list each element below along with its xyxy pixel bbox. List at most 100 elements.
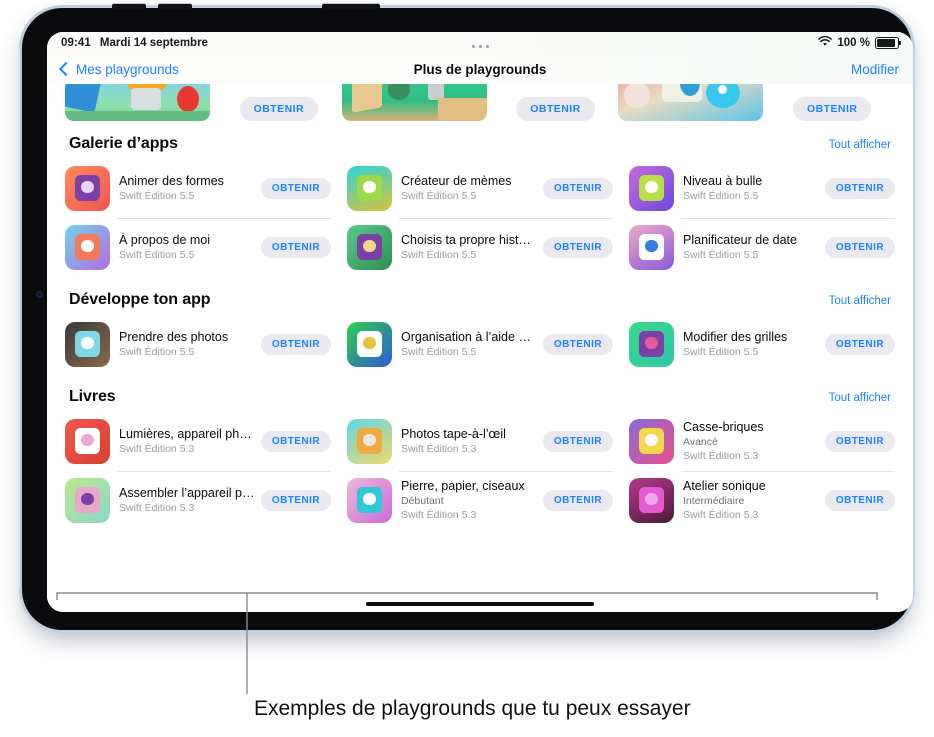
app-name: Atelier sonique [683, 479, 766, 494]
section-column: Animer des formes Swift Édition 5.5 OBTENI… [65, 159, 331, 277]
section-column: Photos tape-à-l’œil Swift Édition 5.3 OBTE… [347, 412, 613, 530]
volume-down-button[interactable] [158, 4, 192, 9]
featured-carousel[interactable]: OBTENIR OBTENIR OBTENIR [47, 84, 913, 121]
get-button[interactable]: OBTENIR [542, 334, 613, 355]
app-icon [347, 419, 392, 464]
section-grid: Animer des formes Swift Édition 5.5 OBTENI… [65, 159, 895, 277]
app-row[interactable]: À propos de moi Swift Édition 5.5 OBTENIR [65, 218, 331, 277]
app-meta: Niveau à bulle Swift Édition 5.5 [683, 173, 819, 204]
status-right-cluster: 100 % [818, 35, 902, 50]
chevron-left-icon [58, 61, 74, 77]
edit-button[interactable]: Modifier [851, 62, 899, 77]
app-level: Débutant [401, 495, 444, 508]
promo-card-2[interactable]: OBTENIR [341, 84, 619, 121]
see-all-link[interactable]: Tout afficher [829, 295, 891, 307]
app-meta: Choisis ta propre histoire Swift Édition … [401, 232, 537, 263]
app-row[interactable]: Animer des formes Swift Édition 5.5 OBTENI… [65, 159, 331, 218]
app-row[interactable]: Pierre, papier, ciseaux Débutant Swift Édi… [347, 471, 613, 530]
section-column: Prendre des photos Swift Édition 5.5 OBTEN… [65, 315, 331, 374]
section-column: Modifier des grilles Swift Édition 5.5 OBT… [629, 315, 895, 374]
app-version: Swift Édition 5.5 [683, 346, 759, 359]
app-row[interactable]: Assembler l’appareil photo Swift Édition … [65, 471, 331, 530]
app-row[interactable]: Lumières, appareil photo, codeSwift Édit… [65, 412, 331, 471]
app-icon [65, 419, 110, 464]
get-button[interactable]: OBTENIR [260, 334, 331, 355]
section-title: Développe ton app [69, 291, 211, 308]
app-icon [629, 225, 674, 270]
app-meta: Pierre, papier, ciseaux Débutant Swift Édi… [401, 478, 537, 522]
get-button[interactable]: OBTENIR [542, 431, 613, 452]
app-name: À propos de moi [119, 233, 211, 248]
see-all-link[interactable]: Tout afficher [829, 139, 891, 151]
promo-card-1[interactable]: OBTENIR [65, 84, 342, 121]
volume-up-button[interactable] [112, 4, 146, 9]
get-button[interactable]: OBTENIR [824, 334, 895, 355]
app-meta: Animer des formes Swift Édition 5.5 [119, 173, 255, 204]
app-icon [629, 166, 674, 211]
ipad-device: 09:41 Mardi 14 septembre 100 % Mes playg… [19, 4, 913, 630]
promo-card-3[interactable]: OBTENIR [618, 84, 895, 121]
app-meta: Assembler l’appareil photo Swift Édition … [119, 485, 255, 516]
battery-icon [875, 37, 902, 49]
get-button[interactable]: OBTENIR [542, 237, 613, 258]
section-header: Galerie d’apps Tout afficher [65, 121, 895, 159]
app-icon [65, 225, 110, 270]
app-row[interactable]: Niveau à bulle Swift Édition 5.5 OBTENIR [629, 159, 895, 218]
app-row[interactable]: Modifier des grilles Swift Édition 5.5 OBT… [629, 315, 895, 374]
see-all-link[interactable]: Tout afficher [829, 392, 891, 404]
back-button-label: Mes playgrounds [76, 61, 179, 77]
get-button[interactable]: OBTENIR [260, 178, 331, 199]
app-row[interactable]: Choisis ta propre histoire Swift Édition … [347, 218, 613, 277]
app-row[interactable]: Planificateur de date Swift Édition 5.5 OB… [629, 218, 895, 277]
app-name: Organisation à l’aide de grilles [401, 330, 537, 345]
wifi-icon [818, 35, 833, 50]
get-button[interactable]: OBTENIR [792, 97, 872, 121]
app-meta: Atelier sonique Intermédiaire Swift Éditio… [683, 478, 819, 522]
back-button[interactable]: Mes playgrounds [58, 61, 179, 77]
promo-thumbnail [618, 84, 764, 121]
app-meta: Prendre des photos Swift Édition 5.5 [119, 329, 255, 360]
app-version: Swift Édition 5.3 [119, 502, 195, 515]
app-row[interactable]: Atelier sonique Intermédiaire Swift Éditio… [629, 471, 895, 530]
app-meta: Créateur de mèmes Swift Édition 5.5 [401, 173, 537, 204]
app-name: Casse-briques [683, 420, 764, 435]
home-indicator[interactable] [47, 602, 913, 606]
get-button[interactable]: OBTENIR [824, 490, 895, 511]
section-grid: Lumières, appareil photo, codeSwift Édit… [65, 412, 895, 530]
get-button[interactable]: OBTENIR [260, 490, 331, 511]
app-row[interactable]: Organisation à l’aide de grillesSwift Éd… [347, 315, 613, 374]
app-name: Choisis ta propre histoire [401, 233, 537, 248]
section-column: Organisation à l’aide de grillesSwift Éd… [347, 315, 613, 374]
section-column: Créateur de mèmes Swift Édition 5.5 OBTENI… [347, 159, 613, 277]
status-date: Mardi 14 septembre [99, 37, 208, 49]
app-version: Swift Édition 5.5 [401, 346, 477, 359]
get-button[interactable]: OBTENIR [260, 237, 331, 258]
get-button[interactable]: OBTENIR [824, 178, 895, 199]
app-row[interactable]: Casse-briques Avancé Swift Édition 5.3 OBTE… [629, 412, 895, 471]
get-button[interactable]: OBTENIR [824, 431, 895, 452]
app-row[interactable]: Photos tape-à-l’œil Swift Édition 5.3 OBTE… [347, 412, 613, 471]
power-button[interactable] [322, 4, 380, 9]
app-row[interactable]: Créateur de mèmes Swift Édition 5.5 OBTENI… [347, 159, 613, 218]
front-camera-icon [36, 291, 43, 298]
app-icon [629, 478, 674, 523]
get-button[interactable]: OBTENIR [260, 431, 331, 452]
get-button[interactable]: OBTENIR [542, 178, 613, 199]
app-name: Niveau à bulle [683, 174, 763, 189]
playgrounds-list[interactable]: OBTENIR OBTENIR OBTENIR Galerie d’apps T… [47, 84, 913, 612]
get-button[interactable]: OBTENIR [824, 237, 895, 258]
app-row[interactable]: Prendre des photos Swift Édition 5.5 OBTEN… [65, 315, 331, 374]
app-version: Swift Édition 5.5 [119, 346, 195, 359]
get-button[interactable]: OBTENIR [516, 97, 595, 121]
app-name: Photos tape-à-l’œil [401, 427, 506, 442]
app-name: Prendre des photos [119, 330, 229, 345]
app-meta: Photos tape-à-l’œil Swift Édition 5.3 [401, 426, 537, 457]
app-name: Modifier des grilles [683, 330, 788, 345]
get-button[interactable]: OBTENIR [542, 490, 613, 511]
app-name: Assembler l’appareil photo [119, 486, 255, 501]
get-button[interactable]: OBTENIR [239, 97, 319, 121]
sections-container: Galerie d’apps Tout afficher Animer des fo… [47, 121, 913, 530]
app-level: Avancé [683, 436, 718, 449]
section: Développe ton app Tout afficher Prendre de… [47, 277, 913, 374]
app-version: Swift Édition 5.5 [401, 249, 477, 262]
